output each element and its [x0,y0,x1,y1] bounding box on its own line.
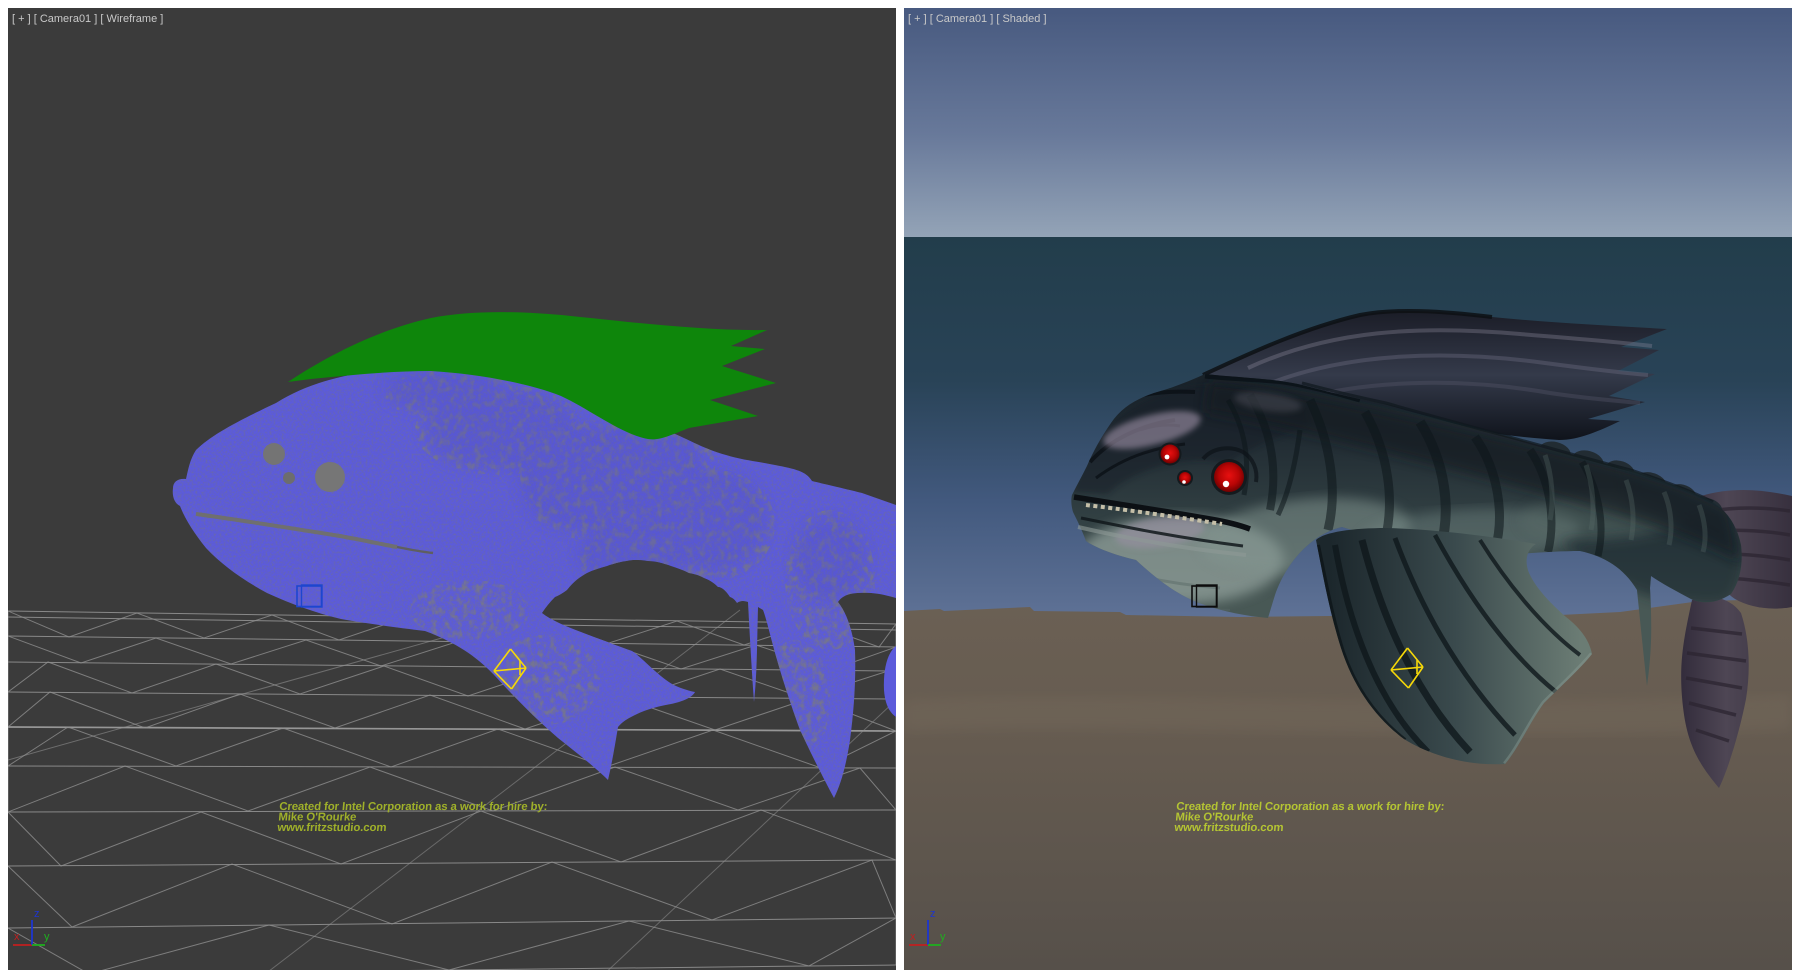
svg-text:z: z [34,908,40,920]
svg-text:x: x [14,931,20,943]
svg-text:x: x [910,931,916,943]
svg-text:www.fritzstudio.com: www.fritzstudio.com [276,822,387,834]
svg-text:y: y [940,931,946,943]
svg-text:y: y [44,931,50,943]
svg-text:www.fritzstudio.com: www.fritzstudio.com [1173,822,1284,834]
svg-text:z: z [930,908,936,920]
